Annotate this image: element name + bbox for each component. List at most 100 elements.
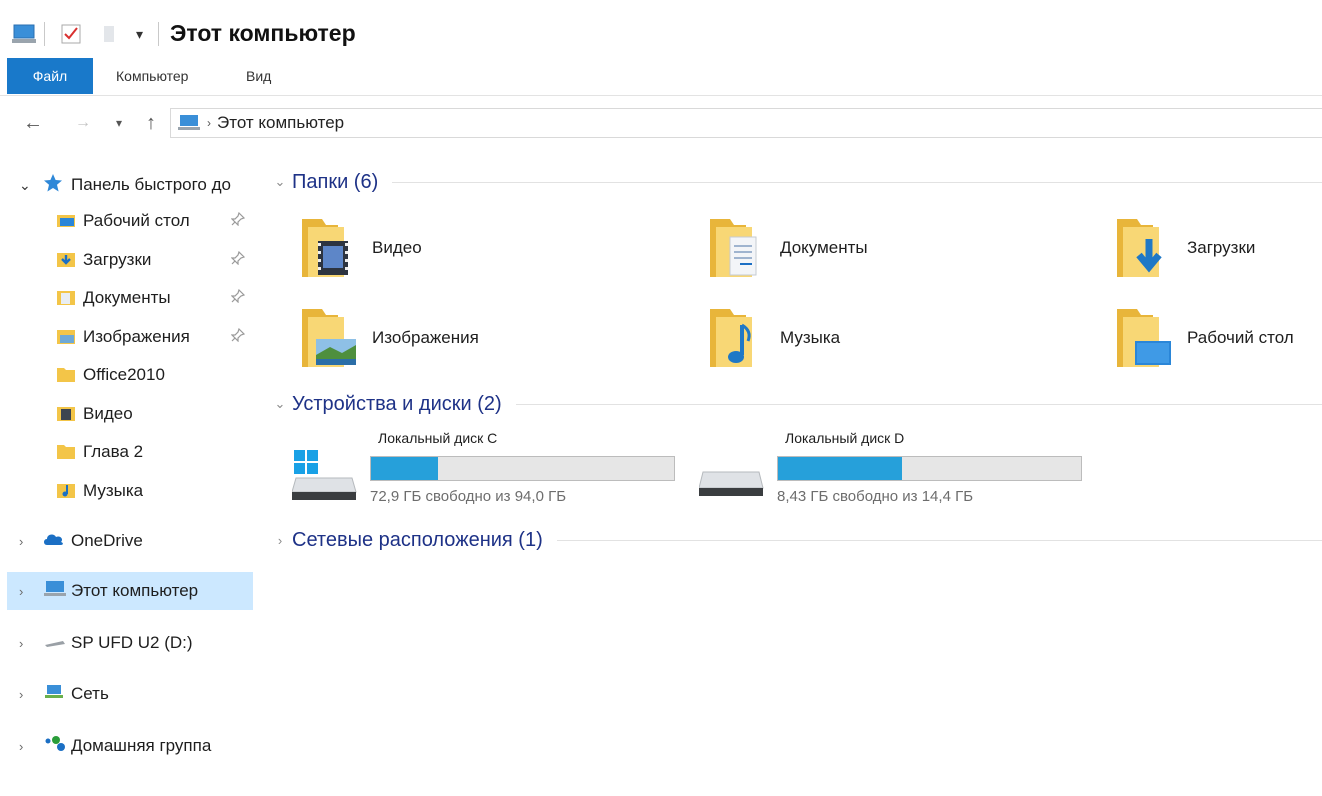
desktop-folder-icon	[1115, 305, 1173, 371]
back-button[interactable]: ←	[18, 108, 48, 138]
tab-file[interactable]: Файл	[7, 58, 93, 94]
recent-locations-button[interactable]: ▾	[108, 108, 130, 138]
sidebar-item-quick-3[interactable]: Документы	[7, 279, 253, 317]
sidebar-item-label: Изображения	[83, 326, 190, 346]
sidebar-item-label: Музыка	[83, 480, 144, 500]
chevron-right-icon[interactable]: ›	[19, 534, 23, 549]
pin-icon[interactable]	[230, 327, 246, 347]
sidebar-item-label: SP UFD U2 (D:)	[71, 633, 193, 652]
drive-usage-bar	[777, 456, 1082, 481]
chevron-right-icon[interactable]: ›	[19, 687, 23, 702]
breadcrumb[interactable]: Этот компьютер	[217, 113, 344, 133]
folder-tile[interactable]: Документы	[708, 212, 1088, 284]
sidebar-item-label: Этот компьютер	[71, 581, 199, 600]
pin-icon[interactable]	[230, 250, 246, 270]
tab-computer[interactable]: Компьютер	[116, 58, 188, 94]
music-icon	[57, 482, 75, 503]
chevron-down-icon[interactable]: ⌄	[270, 396, 290, 412]
sidebar-item-label: Сеть	[71, 684, 109, 703]
cloud-icon	[43, 531, 65, 551]
sidebar-item-quick-6[interactable]: Видео	[7, 395, 253, 433]
group-header-network-locations[interactable]: › Сетевые расположения (1)	[270, 526, 1322, 554]
group-header-folders[interactable]: ⌄ Папки (6)	[270, 168, 1322, 196]
drive-free-space: 72,9 ГБ свободно из 94,0 ГБ	[370, 488, 567, 505]
homegroup-icon	[43, 735, 67, 758]
sidebar-item-quick-1[interactable]: Рабочий стол	[7, 202, 253, 240]
sidebar-item-quick-4[interactable]: Изображения	[7, 318, 253, 356]
new-folder-icon[interactable]	[98, 20, 120, 48]
folder-label: Документы	[780, 238, 868, 257]
window-title: Этот компьютер	[170, 20, 356, 46]
divider	[392, 181, 1322, 183]
system-drive-icon	[291, 448, 358, 509]
documents-icon	[57, 289, 75, 310]
sidebar-item-label: Загрузки	[83, 249, 152, 269]
group-header-devices[interactable]: ⌄ Устройства и диски (2)	[270, 390, 1322, 418]
sidebar-item-label: Office2010	[83, 365, 165, 384]
network-icon	[43, 683, 65, 706]
chevron-right-icon[interactable]: ›	[270, 533, 290, 548]
computer-icon	[177, 114, 201, 132]
folder-tile[interactable]: Рабочий стол	[1115, 302, 1322, 374]
folder-tile[interactable]: Загрузки	[1115, 212, 1322, 284]
drive-c[interactable]: Локальный диск C 72,9 ГБ свободно из 94,…	[291, 430, 692, 510]
drive-usage-bar	[370, 456, 675, 481]
sidebar-item-quick-8[interactable]: Музыка	[7, 472, 253, 510]
divider	[556, 539, 1322, 541]
desktop-icon	[57, 212, 75, 232]
downloads-icon	[57, 251, 75, 272]
sidebar-item-this-pc[interactable]: › Этот компьютер	[7, 572, 253, 610]
separator	[44, 22, 45, 46]
computer-icon	[43, 580, 67, 603]
drive-d[interactable]: Локальный диск D 8,43 ГБ свободно из 14,…	[698, 430, 1099, 511]
folder-icon	[57, 443, 75, 464]
ribbon: Файл Компьютер Вид	[0, 58, 1322, 96]
properties-icon[interactable]	[60, 20, 82, 48]
title-bar: ▾ Этот компьютер	[0, 0, 1322, 52]
drive-icon	[698, 466, 765, 511]
video-folder-icon	[300, 215, 358, 281]
pictures-folder-icon	[300, 305, 358, 371]
group-title: Сетевые расположения (1)	[292, 528, 543, 551]
folder-tile[interactable]: Изображения	[300, 302, 680, 374]
folder-tile[interactable]: Музыка	[708, 302, 1088, 374]
sidebar-item-quick-access[interactable]: ⌄ Панель быстрого до	[7, 166, 253, 204]
sidebar-item-quick-5[interactable]: Office2010	[7, 356, 253, 394]
pictures-icon	[57, 328, 75, 349]
sidebar-item-quick-7[interactable]: Глава 2	[7, 433, 253, 471]
music-folder-icon	[708, 305, 766, 371]
sidebar-item-label: Видео	[83, 403, 133, 423]
address-bar[interactable]: › Этот компьютер	[170, 108, 1322, 138]
drive-name: Локальный диск C	[378, 430, 498, 446]
sidebar-item-label: Домашняя группа	[71, 736, 212, 755]
up-button[interactable]: ↑	[138, 108, 164, 138]
group-title: Папки (6)	[292, 170, 379, 193]
group-title: Устройства и диски (2)	[292, 392, 502, 415]
star-icon	[43, 173, 63, 198]
pin-icon[interactable]	[230, 211, 246, 231]
folder-label: Рабочий стол	[1187, 328, 1294, 347]
chevron-down-icon[interactable]: ⌄	[270, 174, 290, 190]
chevron-right-icon[interactable]: ›	[19, 636, 23, 651]
sidebar-item-usb[interactable]: › SP UFD U2 (D:)	[7, 624, 253, 662]
computer-icon	[10, 20, 38, 48]
tab-view[interactable]: Вид	[246, 58, 271, 94]
folder-label: Музыка	[780, 328, 841, 347]
chevron-down-icon[interactable]: ⌄	[19, 177, 31, 194]
sidebar-item-homegroup[interactable]: › Домашняя группа	[7, 727, 253, 765]
sidebar-item-network[interactable]: › Сеть	[7, 675, 253, 713]
pin-icon[interactable]	[230, 288, 246, 308]
folder-label: Загрузки	[1187, 238, 1256, 257]
drive-name: Локальный диск D	[785, 430, 905, 446]
separator	[158, 22, 159, 46]
chevron-right-icon[interactable]: ›	[19, 584, 23, 599]
sidebar-item-label: Панель быстрого до	[71, 175, 231, 194]
folder-tile[interactable]: Видео	[300, 212, 680, 284]
drive-usage-fill	[778, 457, 903, 480]
customize-toolbar-icon[interactable]: ▾	[136, 20, 143, 48]
sidebar-item-quick-2[interactable]: Загрузки	[7, 241, 253, 279]
sidebar-item-onedrive[interactable]: › OneDrive	[7, 522, 253, 560]
forward-button[interactable]: →	[68, 108, 98, 138]
chevron-right-icon[interactable]: ›	[19, 739, 23, 754]
usb-drive-icon	[43, 633, 67, 653]
